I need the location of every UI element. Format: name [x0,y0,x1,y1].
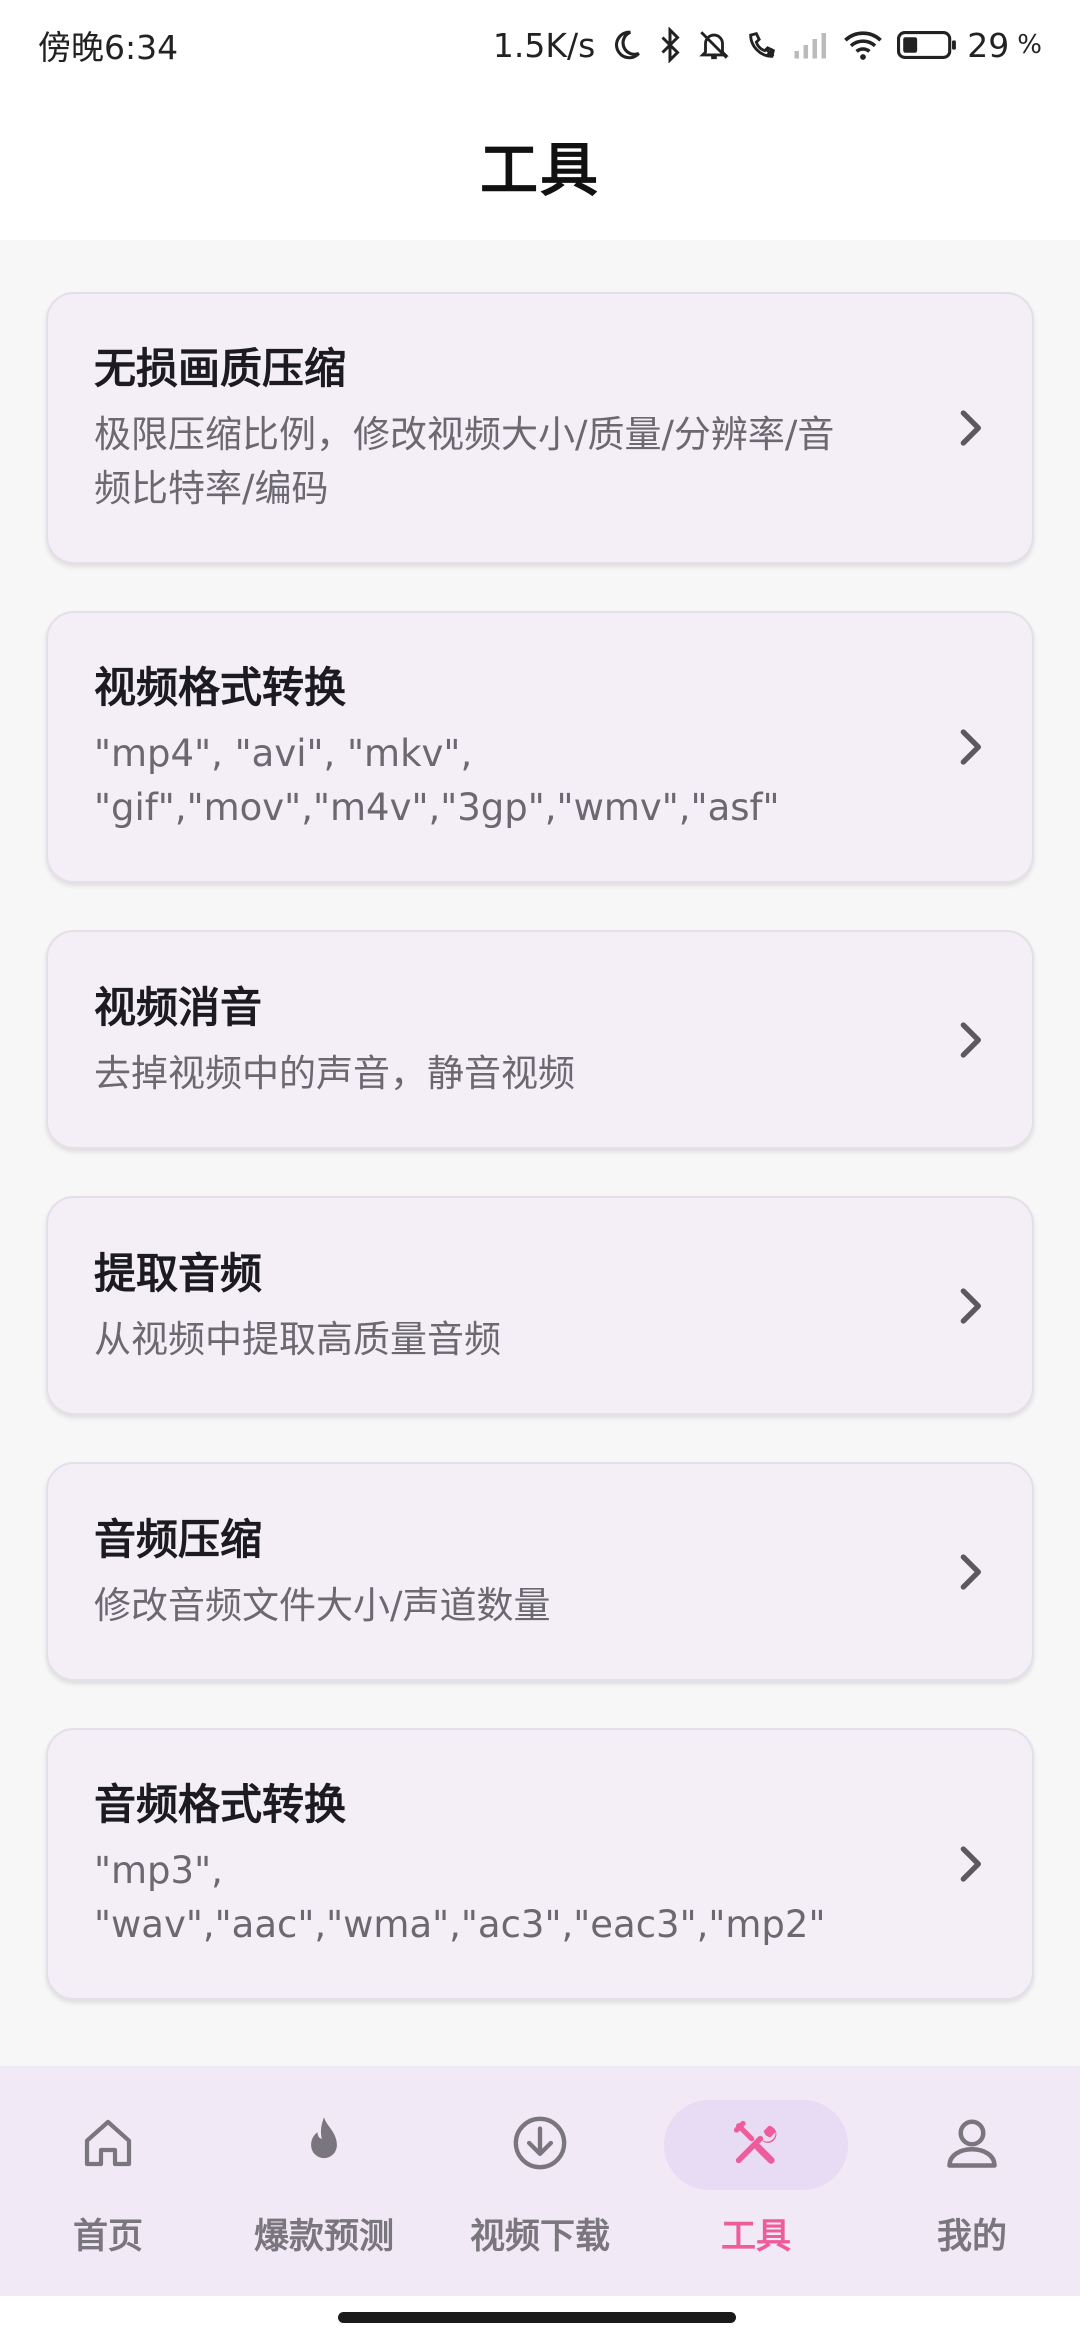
tool-title: 音频压缩 [94,1514,263,1564]
download-icon [511,2114,569,2176]
nav-label: 工具 [720,2217,791,2257]
nav-item-hot-prediction[interactable]: 爆款预测 [216,2066,432,2296]
home-indicator[interactable] [338,2312,736,2323]
bottom-nav: 首页 爆款预测 视频下载 工具 我的 [0,2066,1080,2296]
tool-title: 提取音频 [94,1248,263,1298]
battery-indicator: 29% [897,26,1042,65]
tool-description: 去掉视频中的声音，静音视频 [94,1051,575,1095]
tools-icon [730,2117,782,2173]
status-bar: 傍晚6:34 1.5K/s 29% [0,0,1080,90]
nav-icon-container [232,2100,416,2190]
nav-icon-container [880,2100,1064,2190]
tool-title: 无损画质压缩 [94,344,347,393]
nav-label: 我的 [936,2217,1007,2257]
home-icon [80,2115,136,2175]
tool-title: 视频消音 [94,982,263,1032]
tool-title: 音频格式转换 [94,1780,347,1829]
mute-bell-icon [697,28,731,62]
tool-card-video-format[interactable]: 视频格式转换 "mp4", "avi", "mkv", "gif","mov",… [46,611,1034,883]
person-icon [942,2113,1002,2177]
tool-card-extract-audio[interactable]: 提取音频 从视频中提取高质量音频 [46,1196,1034,1415]
tool-card-audio-compress[interactable]: 音频压缩 修改音频文件大小/声道数量 [46,1462,1034,1681]
nav-item-video-download[interactable]: 视频下载 [432,2066,648,2296]
chevron-right-icon [950,1844,990,1884]
nav-item-tools[interactable]: 工具 [648,2066,864,2296]
tool-list: 无损画质压缩 极限压缩比例，修改视频大小/质量/分辨率/音 频比特率/编码 视频… [46,292,1034,2047]
status-time: 傍晚6:34 [38,28,179,67]
fire-icon [298,2115,350,2175]
battery-percent: 29 [967,25,1010,65]
bluetooth-icon [657,27,683,63]
nav-icon-container [448,2100,632,2190]
tool-description: "mp3", "wav","aac","wma","ac3","eac3","m… [94,1849,826,1946]
tool-description: 从视频中提取高质量音频 [94,1317,501,1361]
tool-title: 视频格式转换 [94,663,347,712]
nav-label: 爆款预测 [253,2217,394,2257]
chevron-right-icon [950,727,990,767]
battery-unit: % [1017,30,1042,60]
nav-item-profile[interactable]: 我的 [864,2066,1080,2296]
tool-description: 极限压缩比例，修改视频大小/质量/分辨率/音 频比特率/编码 [94,413,835,510]
page-title: 工具 [479,136,600,204]
chevron-right-icon [950,408,990,448]
nav-icon-container [16,2100,200,2190]
network-speed: 1.5K/s [492,25,596,65]
tool-card-lossless-compress[interactable]: 无损画质压缩 极限压缩比例，修改视频大小/质量/分辨率/音 频比特率/编码 [46,292,1034,564]
app-header: 工具 [0,90,1080,240]
chevron-right-icon [950,1286,990,1326]
nav-label: 视频下载 [469,2217,610,2257]
tool-card-audio-format[interactable]: 音频格式转换 "mp3", "wav","aac","wma","ac3","e… [46,1728,1034,2000]
moon-icon [609,28,643,62]
tool-description: "mp4", "avi", "mkv", "gif","mov","m4v","… [94,732,780,829]
battery-icon [897,29,959,61]
nav-item-home[interactable]: 首页 [0,2066,216,2296]
tool-description: 修改音频文件大小/声道数量 [94,1583,551,1627]
nav-icon-container [664,2100,848,2190]
wifi-icon [843,29,883,61]
chevron-right-icon [950,1552,990,1592]
nav-label: 首页 [72,2217,143,2257]
chevron-right-icon [950,1020,990,1060]
tool-card-mute-video[interactable]: 视频消音 去掉视频中的声音，静音视频 [46,930,1034,1149]
signal-icon [793,30,829,60]
call-off-icon [745,28,779,62]
